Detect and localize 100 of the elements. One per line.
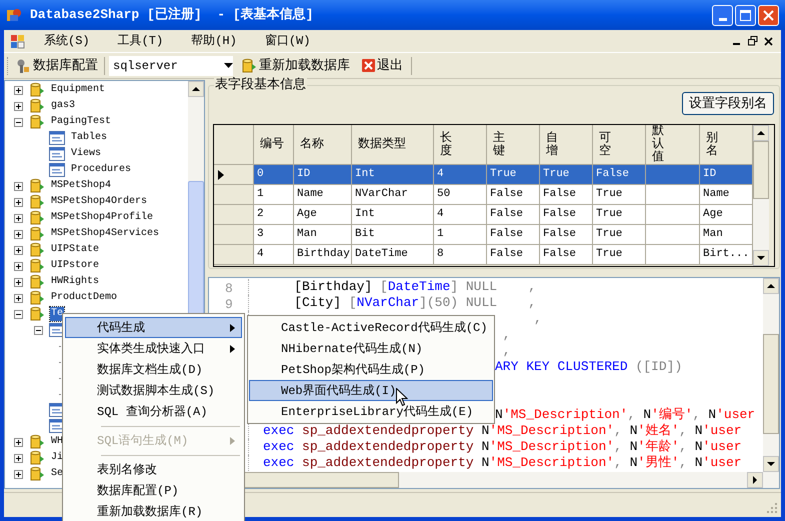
expand-icon[interactable]	[14, 182, 22, 190]
menu-item[interactable]: 代码生成	[65, 317, 242, 338]
menu-item[interactable]: NHibernate代码生成(N)	[249, 338, 493, 359]
caret-icon	[224, 63, 233, 68]
tree-item[interactable]: ProductDemo	[50, 291, 118, 305]
expand-icon[interactable]	[14, 294, 22, 302]
reload-button[interactable]: 重新加载数据库	[239, 56, 352, 76]
menu-item[interactable]: 窗口(W)	[256, 32, 318, 50]
collapse-icon[interactable]	[14, 118, 22, 126]
database-icon	[29, 194, 45, 210]
tree-item[interactable]: PagingTest	[50, 115, 112, 129]
database-icon	[29, 466, 45, 482]
config-button[interactable]: 数据库配置	[13, 56, 100, 76]
tree-item[interactable]: MSPetShop4	[50, 179, 112, 193]
expand-icon[interactable]	[14, 454, 22, 462]
database-icon	[29, 178, 45, 194]
database-icon	[29, 450, 45, 466]
database-icon	[29, 306, 45, 322]
database-icon	[29, 434, 45, 450]
table-cell: False	[487, 245, 540, 265]
tree-item[interactable]: MSPetShop4Orders	[50, 195, 148, 209]
expand-icon[interactable]	[14, 278, 22, 286]
table-cell: 8	[434, 245, 487, 265]
menu-item[interactable]: 数据库配置(P)	[65, 480, 242, 501]
menu-item[interactable]: EnterpriseLibrary代码生成(E)	[249, 401, 493, 422]
database-icon	[29, 210, 45, 226]
code-line: [Birthday] [DateTime] NULL ,	[293, 278, 536, 296]
expand-icon[interactable]	[14, 438, 22, 446]
menu-item[interactable]: 数据库文档生成(D)	[65, 359, 242, 380]
scroll-up-button[interactable]	[763, 278, 779, 294]
menu-item[interactable]: 重新加载数据库(R)	[65, 501, 242, 521]
expand-icon[interactable]	[14, 86, 22, 94]
code-line: exec sp_addextendedproperty N'MS_Description', N'男性', N'user	[263, 454, 742, 472]
menu-item[interactable]: 工具(T)	[110, 32, 172, 50]
minimize-button[interactable]	[712, 4, 733, 26]
expand-icon[interactable]	[14, 198, 22, 206]
scroll-thumb[interactable]	[753, 141, 769, 199]
tree-item[interactable]: gas3	[50, 99, 76, 113]
table-cell: Birthday	[294, 245, 352, 265]
menu-item[interactable]: Castle-ActiveRecord代码生成(C)	[249, 317, 493, 338]
tree-item[interactable]: Se	[50, 467, 64, 481]
menu-item[interactable]: SQL 查询分析器(A)	[65, 401, 242, 422]
tree-item[interactable]: Views	[70, 147, 102, 161]
close-button[interactable]	[758, 4, 779, 26]
database-icon	[29, 226, 45, 242]
menu-item[interactable]: 测试数据脚本生成(S)	[65, 380, 242, 401]
scroll-up-button[interactable]	[188, 81, 204, 97]
database-icon	[29, 82, 45, 98]
menu-item[interactable]: Web界面代码生成(I)	[249, 380, 493, 401]
mouse-cursor-icon	[396, 388, 408, 407]
app-icon	[6, 7, 22, 23]
submenu-arrow-icon	[230, 344, 235, 352]
scroll-thumb[interactable]	[763, 334, 779, 434]
expand-icon[interactable]	[14, 262, 22, 270]
tree-item[interactable]: Equipment	[50, 83, 106, 97]
tree-item[interactable]: UIPState	[50, 243, 100, 257]
menu-item[interactable]: 帮助(H)	[183, 32, 245, 50]
database-icon	[29, 290, 45, 306]
menu-item[interactable]: 表别名修改	[65, 459, 242, 480]
expand-icon[interactable]	[14, 102, 22, 110]
maximize-button[interactable]	[735, 4, 756, 26]
tree-item[interactable]: Tables	[70, 131, 108, 145]
restore-icon[interactable]	[748, 36, 758, 46]
table-icon	[49, 131, 65, 145]
expand-icon[interactable]	[14, 230, 22, 238]
tree-item[interactable]: Ji	[50, 451, 64, 465]
menu-item[interactable]: 系统(S)	[36, 32, 98, 50]
tree-item[interactable]: MSPetShop4Services	[50, 227, 160, 241]
menu-item: SQL语句生成(M)	[65, 430, 242, 451]
line-number: 9	[225, 297, 233, 312]
expand-icon[interactable]	[14, 246, 22, 254]
row-header[interactable]	[214, 165, 254, 185]
expand-icon[interactable]	[14, 470, 22, 478]
scroll-down-button[interactable]	[763, 456, 779, 472]
expand-icon[interactable]	[14, 214, 22, 222]
scroll-down-button[interactable]	[753, 250, 769, 266]
close-icon[interactable]	[764, 36, 773, 46]
menu-item[interactable]: 实体类生成快速入口	[65, 338, 242, 359]
collapse-icon[interactable]	[34, 326, 42, 334]
tree-item[interactable]: UIPstore	[50, 259, 100, 273]
tool-icon	[15, 58, 31, 74]
alias-button[interactable]: 设置字段别名	[682, 92, 774, 115]
tree-item[interactable]: MSPetShop4Profile	[50, 211, 154, 225]
scroll-right-button[interactable]	[747, 472, 763, 488]
collapse-icon[interactable]	[14, 310, 22, 318]
exit-button[interactable]: 退出	[360, 56, 405, 76]
menu-item[interactable]: PetShop架构代码生成(P)	[249, 359, 493, 380]
tree-item[interactable]: WH	[50, 435, 64, 449]
tree-item[interactable]: Procedures	[70, 163, 132, 177]
table-icon	[49, 163, 65, 177]
database-icon	[29, 242, 45, 258]
submenu-arrow-icon	[230, 436, 235, 444]
database-icon	[29, 258, 45, 274]
tree-item[interactable]: HWRights	[50, 275, 100, 289]
code-line: exec sp_addextendedproperty N'MS_Description', N'姓名', N'user	[263, 422, 742, 440]
tree-item[interactable]: Te	[50, 307, 64, 321]
table-cell: 4	[254, 245, 294, 265]
database-icon	[241, 58, 257, 74]
scroll-up-button[interactable]	[753, 125, 769, 141]
server-select[interactable]: sqlserver	[109, 56, 233, 76]
